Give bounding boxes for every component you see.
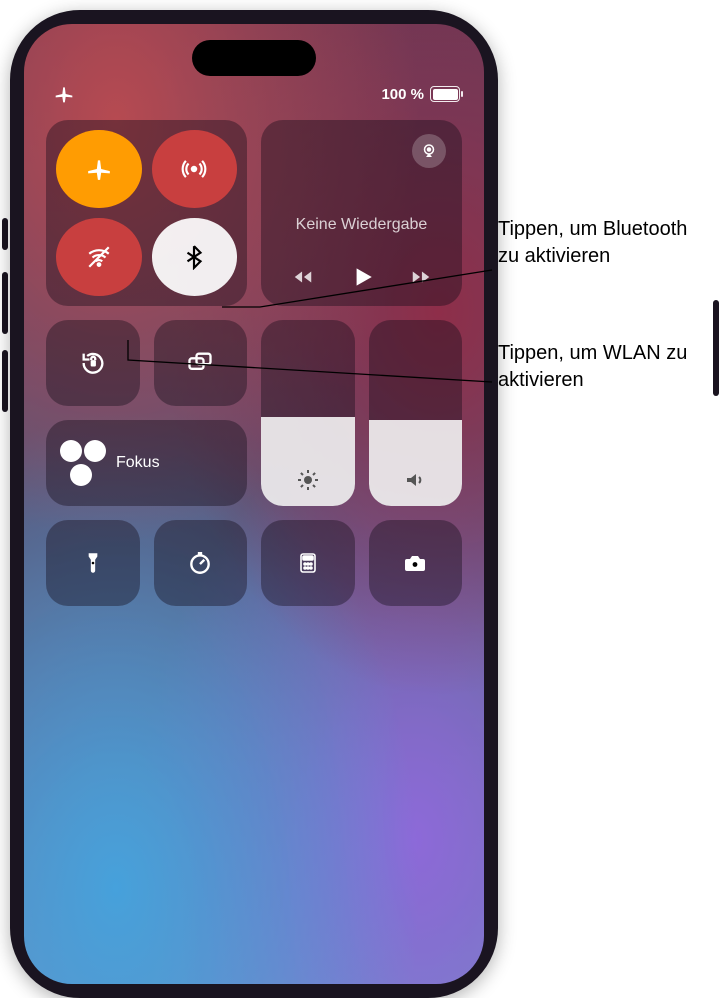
volume-up-button (2, 272, 8, 334)
media-transport (277, 264, 446, 296)
stage: 100 % (0, 0, 721, 998)
calculator-icon (296, 550, 320, 576)
focus-label: Fokus (116, 454, 160, 472)
volume-icon (403, 468, 427, 492)
bluetooth-toggle[interactable] (152, 218, 238, 296)
control-center: Keine Wiedergabe (46, 120, 462, 606)
personal-focus-icon (70, 464, 92, 486)
timer-button[interactable] (154, 520, 248, 606)
now-playing-text: Keine Wiedergabe (277, 216, 446, 234)
dnd-icon (60, 440, 82, 462)
airplane-mode-status-icon (54, 84, 74, 104)
orientation-lock-toggle[interactable] (46, 320, 140, 406)
orientation-lock-icon (79, 349, 107, 377)
camera-icon (401, 551, 429, 575)
screen-mirroring-button[interactable] (154, 320, 248, 406)
wifi-toggle[interactable] (56, 218, 142, 296)
play-button[interactable] (349, 264, 375, 290)
battery-icon (430, 86, 460, 102)
status-bar: 100 % (24, 80, 484, 108)
connectivity-group[interactable] (46, 120, 247, 306)
callout-bluetooth: Tippen, um Bluetooth zu aktivieren (498, 216, 708, 270)
airplane-icon (86, 156, 112, 182)
airplay-button[interactable] (412, 134, 446, 168)
bluetooth-icon (181, 244, 207, 270)
side-button (713, 300, 719, 396)
volume-slider[interactable] (369, 320, 463, 506)
brightness-slider[interactable] (261, 320, 355, 506)
sleep-focus-icon (84, 440, 106, 462)
airplane-mode-toggle[interactable] (56, 130, 142, 208)
calculator-button[interactable] (261, 520, 355, 606)
dynamic-island (192, 40, 316, 76)
airplay-icon (420, 142, 438, 160)
phone-frame: 100 % (10, 10, 498, 998)
volume-down-button (2, 350, 8, 412)
brightness-icon (296, 468, 320, 492)
cellular-data-toggle[interactable] (152, 130, 238, 208)
mute-switch (2, 218, 8, 250)
previous-track-button[interactable] (291, 266, 315, 288)
cellular-icon (181, 156, 207, 182)
camera-button[interactable] (369, 520, 463, 606)
timer-icon (187, 550, 213, 576)
flashlight-icon (80, 550, 106, 576)
wifi-off-icon (86, 244, 112, 270)
focus-button[interactable]: Fokus (46, 420, 247, 506)
media-module[interactable]: Keine Wiedergabe (261, 120, 462, 306)
screen-mirroring-icon (186, 349, 214, 377)
callout-wifi: Tippen, um WLAN zu aktivieren (498, 340, 708, 394)
flashlight-button[interactable] (46, 520, 140, 606)
screen: 100 % (24, 24, 484, 984)
battery-percentage-text: 100 % (381, 86, 424, 103)
battery-indicator: 100 % (381, 86, 460, 103)
next-track-button[interactable] (409, 266, 433, 288)
focus-icons (60, 440, 106, 486)
